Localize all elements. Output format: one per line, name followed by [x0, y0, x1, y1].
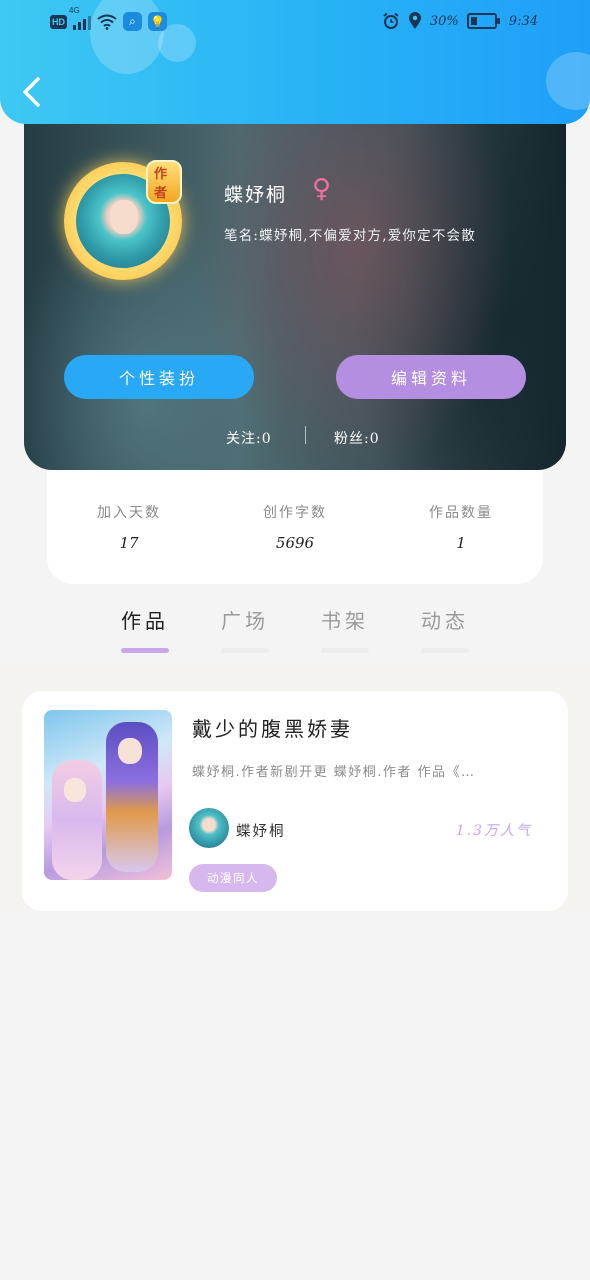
signal-icon: 4G — [69, 6, 91, 30]
work-author-avatar — [189, 808, 229, 848]
work-author-name: 蝶妤桐 — [236, 824, 286, 840]
stat-label: 创作字数 — [263, 505, 327, 521]
author-badge: 作者 — [146, 160, 182, 204]
avatar-face — [110, 200, 138, 234]
stat-value: 1 — [456, 534, 466, 552]
profile-card: 作者 蝶妤桐 ♀ 笔名:蝶妤桐,不偏爱对方,爱你定不会散 个性装扮 编辑资料 关… — [24, 100, 566, 470]
battery-percent: 30% — [429, 13, 459, 29]
stat-label: 加入天数 — [97, 505, 161, 521]
chevron-left-icon[interactable] — [18, 74, 48, 110]
battery-icon — [466, 13, 500, 29]
tab-bar: 作品 广场 书架 动态 — [0, 600, 590, 664]
pen-name: 笔名:蝶妤桐,不偏爱对方,爱你定不会散 — [224, 228, 476, 244]
stat-value: 17 — [119, 534, 139, 552]
tab-indicator — [221, 648, 269, 653]
following-count[interactable]: 关注:0 — [226, 428, 272, 448]
tab-label: 广场 — [221, 609, 269, 633]
clock-time: 9:34 — [508, 13, 538, 29]
stat-value: 5696 — [275, 534, 315, 552]
fans-count[interactable]: 粉丝:0 — [334, 428, 380, 448]
network-type: 4G — [69, 5, 80, 15]
divider — [305, 426, 306, 444]
stat-word-count: 创作字数 5696 — [235, 502, 355, 552]
status-bar: HD 4G ⌕ 💡 30% 9:34 — [0, 6, 590, 36]
tab-indicator — [321, 648, 369, 653]
personal-style-button[interactable]: 个性装扮 — [64, 355, 254, 399]
wifi-icon — [97, 14, 117, 30]
tab-bookshelf[interactable]: 书架 — [300, 605, 390, 653]
top-header: HD 4G ⌕ 💡 30% 9:34 — [0, 0, 590, 124]
tab-label: 动态 — [421, 609, 469, 633]
stats-panel: 加入天数 17 创作字数 5696 作品数量 1 — [47, 462, 543, 584]
tab-moments[interactable]: 动态 — [400, 605, 490, 653]
edit-profile-button[interactable]: 编辑资料 — [336, 355, 526, 399]
hd-badge: HD — [50, 14, 67, 29]
stat-works-count: 作品数量 1 — [401, 502, 521, 552]
author-avatar[interactable]: 作者 — [64, 160, 182, 280]
book-cover-image[interactable] — [44, 710, 172, 880]
work-card[interactable]: 戴少的腹黑娇妻 蝶妤桐.作者新剧开更 蝶妤桐.作者 作品《… 蝶妤桐 1.3万人… — [22, 691, 568, 911]
tab-works[interactable]: 作品 — [100, 605, 190, 653]
work-popularity: 1.3万人气 — [455, 823, 532, 839]
alarm-icon — [383, 12, 399, 29]
decorative-bubble — [546, 52, 590, 110]
tab-indicator — [421, 648, 469, 653]
tab-label: 书架 — [321, 609, 369, 633]
stat-label: 作品数量 — [429, 505, 493, 521]
work-description: 蝶妤桐.作者新剧开更 蝶妤桐.作者 作品《… — [192, 765, 476, 780]
bulb-app-icon: 💡 — [148, 12, 167, 31]
stat-join-days: 加入天数 17 — [69, 502, 189, 552]
work-category-tag[interactable]: 动漫同人 — [189, 864, 277, 892]
work-title[interactable]: 戴少的腹黑娇妻 — [192, 713, 353, 742]
tab-label: 作品 — [121, 609, 169, 633]
search-app-icon: ⌕ — [123, 12, 142, 31]
tab-indicator — [121, 648, 169, 653]
user-name: 蝶妤桐 — [224, 184, 288, 206]
gender-female-icon: ♀ — [312, 174, 332, 204]
tab-square[interactable]: 广场 — [200, 605, 290, 653]
location-icon — [408, 12, 421, 29]
